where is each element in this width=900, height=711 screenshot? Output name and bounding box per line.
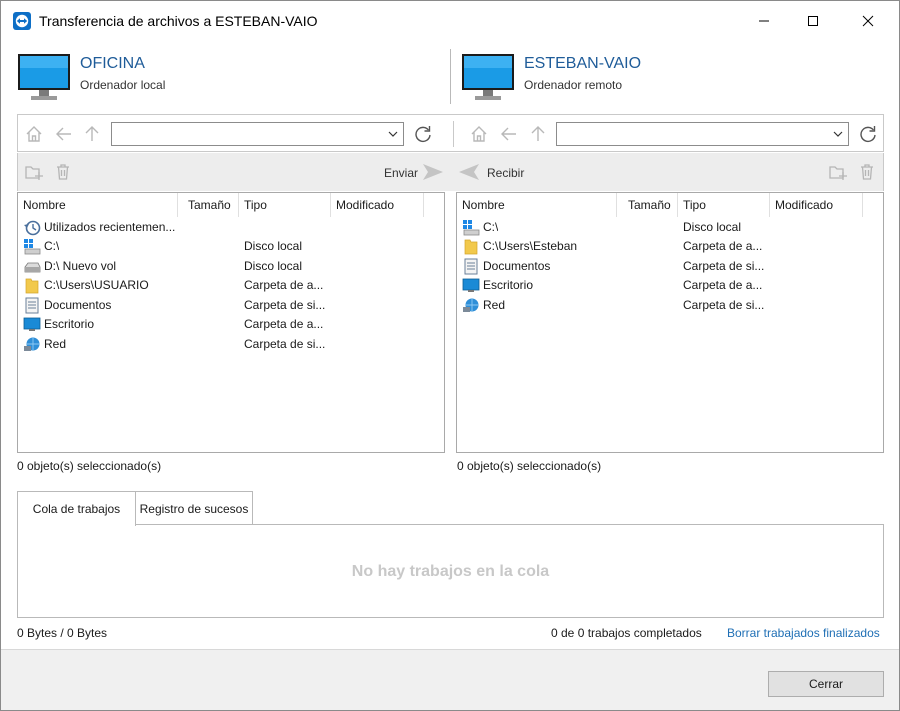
send-button-label[interactable]: Enviar [384,166,418,180]
close-button[interactable]: Cerrar [768,671,884,697]
remote-file-list[interactable]: Nombre Tamaño Tipo Modificado C:\ Disco … [456,192,884,453]
home-icon[interactable] [24,124,44,144]
network-icon [463,298,479,312]
list-item[interactable]: D:\ Nuevo vol Disco local [18,257,444,276]
column-header-size[interactable]: Tamaño [183,193,239,217]
maximize-button[interactable] [790,1,836,41]
local-file-list[interactable]: Nombre Tamaño Tipo Modificado Utilizados… [17,192,445,453]
action-toolbar: Enviar Recibir [17,153,884,191]
documents-icon [25,297,39,314]
send-arrow-icon[interactable] [422,162,444,182]
local-path-input[interactable] [112,123,381,145]
title-bar: Transferencia de archivos a ESTEBAN-VAIO [1,1,899,41]
receive-button-label[interactable]: Recibir [487,166,524,180]
list-item[interactable]: Red Carpeta de si... [457,296,883,315]
network-icon [24,337,40,351]
minimize-button[interactable] [741,1,787,41]
new-folder-icon[interactable] [828,162,848,182]
local-path-combobox[interactable] [111,122,404,146]
new-folder-icon[interactable] [24,162,44,182]
column-header-type[interactable]: Tipo [239,193,331,217]
back-arrow-icon[interactable] [499,124,519,144]
dialog-footer: Cerrar [1,649,899,710]
drive-icon [24,262,41,273]
windows-drive-icon [24,239,41,255]
folder-icon [25,278,39,294]
list-item[interactable]: Documentos Carpeta de si... [18,296,444,315]
refresh-icon[interactable] [858,124,878,144]
jobs-completed: 0 de 0 trabajos completados [551,626,702,640]
close-window-button[interactable] [845,1,891,41]
tab-event-log[interactable]: Registro de sucesos [135,491,253,525]
chevron-down-icon[interactable] [832,128,844,140]
local-selection-status: 0 objeto(s) seleccionado(s) [17,459,162,473]
local-machine-name: OFICINA [80,55,145,72]
window-title: Transferencia de archivos a ESTEBAN-VAIO [39,13,318,29]
column-header-size[interactable]: Tamaño [623,193,678,217]
transfer-bytes: 0 Bytes / 0 Bytes [17,626,108,640]
header-divider [450,49,451,104]
local-machine-subtitle: Ordenador local [80,78,166,92]
list-item[interactable]: C:\ Disco local [18,237,444,256]
up-arrow-icon[interactable] [528,124,548,144]
column-header-type[interactable]: Tipo [678,193,770,217]
remote-path-combobox[interactable] [556,122,849,146]
back-arrow-icon[interactable] [54,124,74,144]
toolbar-divider [453,121,454,147]
tab-job-queue[interactable]: Cola de trabajos [17,491,136,526]
list-item[interactable]: Escritorio Carpeta de a... [18,315,444,334]
maximize-icon [808,16,818,26]
remote-machine-header: ESTEBAN-VAIO Ordenador remoto [461,51,881,103]
trash-icon[interactable] [53,162,73,182]
documents-icon [464,258,478,275]
folder-icon [464,239,478,255]
remote-machine-subtitle: Ordenador remoto [524,78,623,92]
refresh-icon[interactable] [413,124,433,144]
list-item[interactable]: C:\ Disco local [457,218,883,237]
monitor-icon [462,54,514,100]
clear-finished-link[interactable]: Borrar trabajados finalizados [727,626,880,640]
remote-selection-status: 0 objeto(s) seleccionado(s) [457,459,602,473]
local-machine-header: OFICINA Ordenador local [17,51,437,103]
column-header-name[interactable]: Nombre [457,193,617,217]
receive-arrow-icon[interactable] [458,162,480,182]
remote-path-input[interactable] [557,123,826,145]
remote-machine-name: ESTEBAN-VAIO [524,55,642,72]
minimize-icon [759,20,769,22]
close-icon [862,15,874,27]
trash-icon[interactable] [857,162,877,182]
file-transfer-window: Transferencia de archivos a ESTEBAN-VAIO… [0,0,900,711]
column-header-name[interactable]: Nombre [18,193,178,217]
column-header-modified[interactable]: Modificado [770,193,863,217]
up-arrow-icon[interactable] [82,124,102,144]
desktop-icon [462,278,480,292]
job-queue-panel: No hay trabajos en la cola [17,524,884,618]
desktop-icon [23,317,41,331]
chevron-down-icon[interactable] [387,128,399,140]
list-item[interactable]: Utilizados recientemen... [18,218,444,237]
list-item[interactable]: Escritorio Carpeta de a... [457,276,883,295]
list-item[interactable]: Red Carpeta de si... [18,335,444,354]
windows-drive-icon [463,220,480,236]
teamviewer-logo-icon [13,12,31,30]
navigation-toolbar [17,114,884,152]
monitor-icon [18,54,70,100]
column-header-modified[interactable]: Modificado [331,193,424,217]
home-icon[interactable] [469,124,489,144]
list-item[interactable]: C:\Users\USUARIO Carpeta de a... [18,276,444,295]
list-item[interactable]: Documentos Carpeta de si... [457,257,883,276]
recent-icon [24,220,41,236]
list-item[interactable]: C:\Users\Esteban Carpeta de a... [457,237,883,256]
empty-queue-message: No hay trabajos en la cola [351,563,550,580]
